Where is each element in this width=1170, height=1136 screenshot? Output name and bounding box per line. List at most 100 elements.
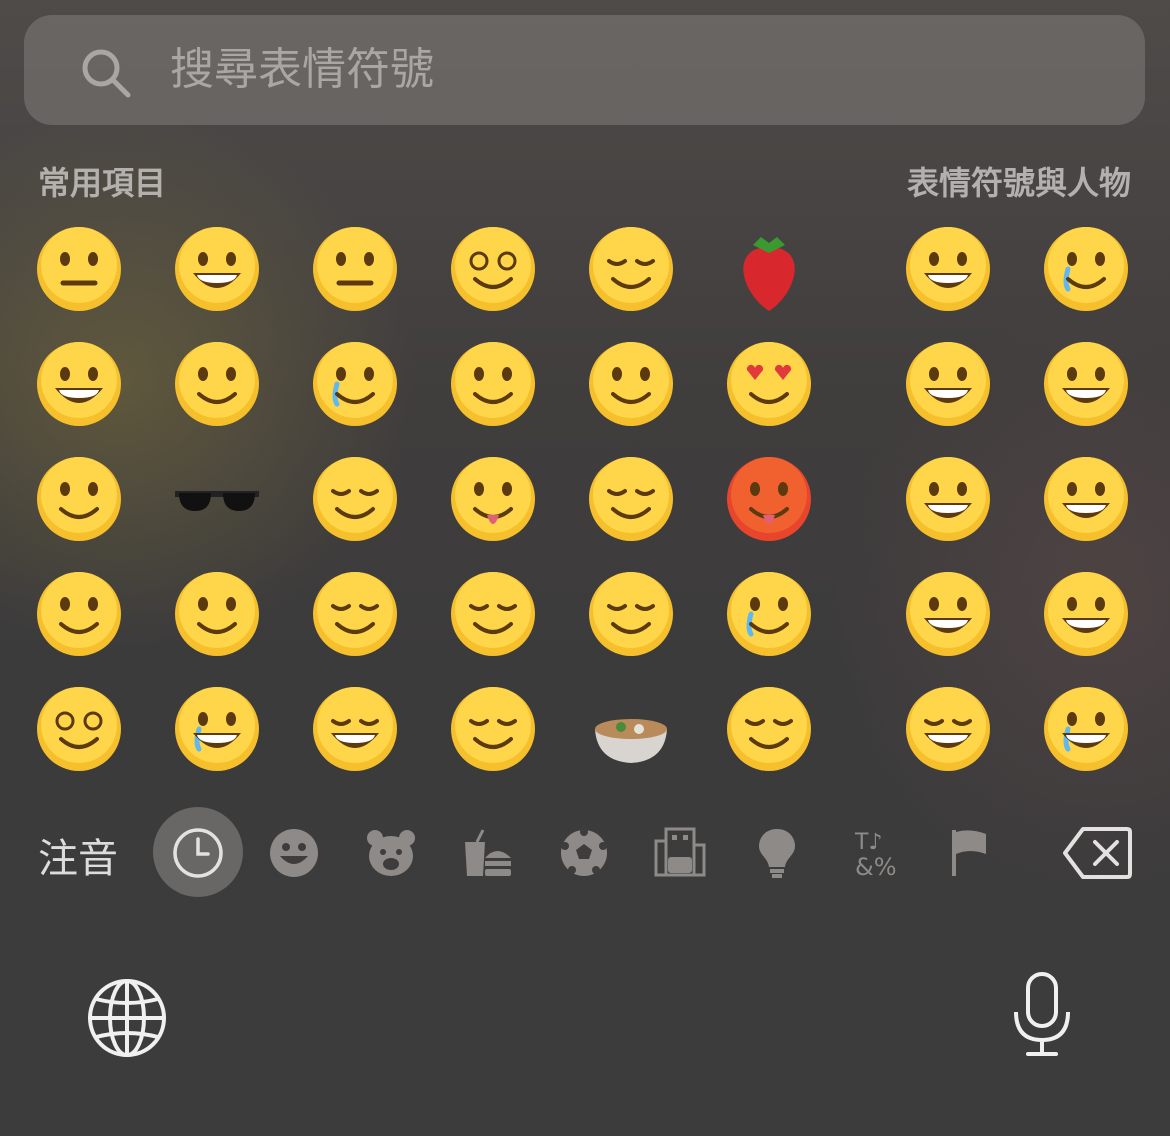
globe-icon: [88, 979, 166, 1057]
thinking-emoji[interactable]: [24, 444, 134, 554]
rolling-laughing-emoji[interactable]: [1031, 559, 1141, 669]
grin-emoji[interactable]: [893, 559, 1003, 669]
expressionless-emoji[interactable]: [300, 214, 410, 324]
grin-emoji[interactable]: [893, 444, 1003, 554]
kissing-smiling-eyes-emoji[interactable]: [576, 559, 686, 669]
holding-back-tears-emoji[interactable]: [1031, 674, 1141, 784]
thinking-icon: [37, 457, 121, 541]
grinning-squint-icon: [906, 687, 990, 771]
microphone-icon: [1014, 972, 1070, 1056]
heart-eyes-emoji[interactable]: [714, 329, 824, 439]
rolling-laughing-emoji[interactable]: [162, 214, 272, 324]
category-recent[interactable]: [163, 818, 233, 888]
grin-icon: [906, 572, 990, 656]
tears-of-joy-emoji[interactable]: [24, 329, 134, 439]
hot-face-icon: [727, 457, 811, 541]
sunglasses-icon: [175, 491, 259, 511]
pleading-emoji[interactable]: [300, 329, 410, 439]
tears-of-joy-emoji[interactable]: [1031, 444, 1141, 554]
section-label-recent: 常用項目: [38, 164, 167, 202]
svg-text:&%: &%: [855, 853, 897, 881]
search-icon: [82, 49, 131, 98]
delete-backspace-icon: [1063, 827, 1132, 879]
ball-icon: [561, 828, 607, 876]
category-objects[interactable]: [742, 818, 812, 888]
sleeping-emoji[interactable]: [714, 674, 824, 784]
spiral-eyes-icon: [37, 687, 121, 771]
downcast-sweat-emoji[interactable]: [576, 214, 686, 324]
strawberry-emoji[interactable]: [714, 214, 824, 324]
pleading-emoji[interactable]: [1031, 214, 1141, 324]
exhale-emoji[interactable]: [438, 674, 548, 784]
building-icon: [654, 827, 706, 877]
smiling-hearts-emoji[interactable]: [576, 329, 686, 439]
expressionless-icon: [313, 227, 397, 311]
emoji-search-bar[interactable]: [24, 15, 1145, 125]
loudly-crying-icon: [727, 572, 811, 656]
hot-face-emoji[interactable]: [714, 444, 824, 554]
smiley-icon: [270, 829, 318, 877]
pleading-icon: [313, 342, 397, 426]
rolling-laughing-icon: [175, 227, 259, 311]
globe-button[interactable]: [86, 977, 168, 1063]
stew-emoji[interactable]: [576, 674, 686, 784]
grinning-squint-emoji[interactable]: [300, 674, 410, 784]
holding-back-tears-icon: [1044, 687, 1128, 771]
spiral-eyes-emoji[interactable]: [24, 674, 134, 784]
partying-icon: [589, 457, 673, 541]
screaming-emoji[interactable]: [162, 329, 272, 439]
tongue-out-icon: [451, 457, 535, 541]
category-travel[interactable]: [645, 818, 715, 888]
strawberry-icon: [743, 237, 795, 311]
pleading-icon: [1044, 227, 1128, 311]
grinning-icon: [906, 227, 990, 311]
tongue-out-emoji[interactable]: [438, 444, 548, 554]
grinning-squint-emoji[interactable]: [893, 674, 1003, 784]
section-label-smileys: 表情符號與人物: [907, 164, 1132, 202]
hand-over-mouth-emoji[interactable]: [162, 559, 272, 669]
loudly-crying-emoji[interactable]: [714, 559, 824, 669]
dictation-button[interactable]: [1010, 970, 1074, 1064]
category-smileys[interactable]: [259, 818, 329, 888]
sweat-smile-icon: [1044, 342, 1128, 426]
exhale-icon: [451, 687, 535, 771]
category-food[interactable]: [452, 818, 522, 888]
sweat-smile-emoji[interactable]: [1031, 329, 1141, 439]
slightly-smiling-emoji[interactable]: [438, 329, 548, 439]
sleeping-icon: [727, 687, 811, 771]
partying-emoji[interactable]: [576, 444, 686, 554]
tears-of-joy-icon: [1044, 457, 1128, 541]
relieved-icon: [313, 457, 397, 541]
smiley-icon: [906, 342, 990, 426]
food-icon: [465, 829, 511, 876]
neutral-face-emoji[interactable]: [24, 214, 134, 324]
category-symbols[interactable]: T♪ &%: [838, 818, 908, 888]
zhuyin-keyboard-button[interactable]: 注音: [38, 826, 118, 884]
dizzy-face-icon: [451, 227, 535, 311]
dizzy-face-emoji[interactable]: [438, 214, 548, 324]
category-flags[interactable]: [935, 818, 1005, 888]
category-animals[interactable]: [356, 818, 426, 888]
delete-button[interactable]: [1062, 818, 1134, 888]
stew-icon: [595, 719, 667, 763]
sunglasses-emoji[interactable]: [162, 444, 272, 554]
drooling-emoji[interactable]: [300, 559, 410, 669]
symbols-icon: T♪ &%: [854, 830, 897, 881]
grin-icon: [906, 457, 990, 541]
holding-back-tears-emoji[interactable]: [162, 674, 272, 784]
relieved-emoji[interactable]: [300, 444, 410, 554]
kissing-smiling-eyes-icon: [589, 572, 673, 656]
grinning-emoji[interactable]: [893, 214, 1003, 324]
tears-of-joy-icon: [37, 342, 121, 426]
melting-emoji[interactable]: [24, 559, 134, 669]
drooling-icon: [313, 572, 397, 656]
neutral-face-icon: [37, 227, 121, 311]
search-input[interactable]: [170, 39, 1070, 99]
category-activity[interactable]: [549, 818, 619, 888]
steam-nose-icon: [451, 572, 535, 656]
bulb-icon: [759, 829, 795, 878]
hand-over-mouth-icon: [175, 572, 259, 656]
steam-nose-emoji[interactable]: [438, 559, 548, 669]
slightly-smiling-icon: [451, 342, 535, 426]
smiley-emoji[interactable]: [893, 329, 1003, 439]
